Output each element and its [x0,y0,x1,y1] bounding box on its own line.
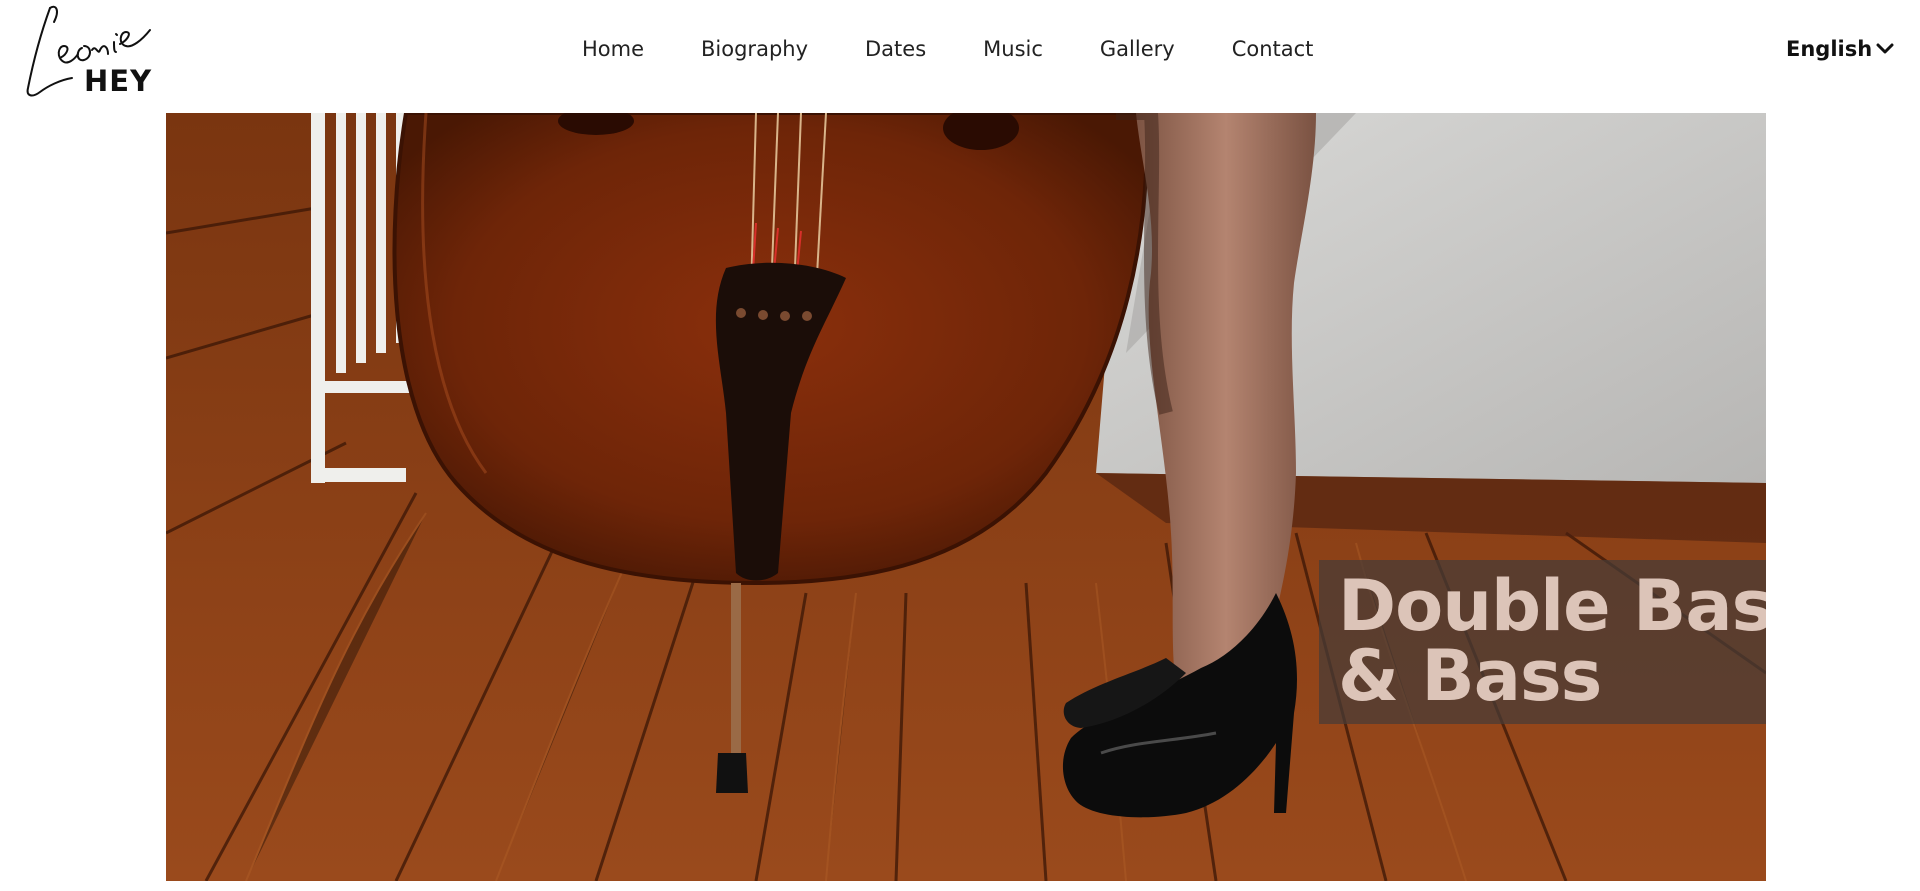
nav-item-home[interactable]: Home [582,36,644,62]
nav-item-dates[interactable]: Dates [865,36,926,62]
hero-caption-line-2: & Bass [1338,635,1602,717]
language-label: English [1786,37,1873,61]
language-selector[interactable]: English [1786,36,1894,62]
nav-item-music[interactable]: Music [983,36,1043,62]
hero-caption: Double Bass & Bass [1338,571,1766,711]
site-header: HEY Home Biography Dates Music Gallery C… [0,0,1920,113]
hero-photo [166,113,1766,881]
chevron-down-icon [1876,36,1894,62]
hero-caption-line-1: Double Bass [1338,565,1766,647]
nav-item-biography[interactable]: Biography [701,36,808,62]
logo-surname: HEY [84,64,153,98]
nav-item-gallery[interactable]: Gallery [1100,36,1175,62]
site-logo[interactable]: HEY [20,0,160,105]
main-nav: Home Biography Dates Music Gallery Conta… [582,36,1313,62]
nav-item-contact[interactable]: Contact [1232,36,1314,62]
hero-banner: Double Bass & Bass [166,113,1766,881]
